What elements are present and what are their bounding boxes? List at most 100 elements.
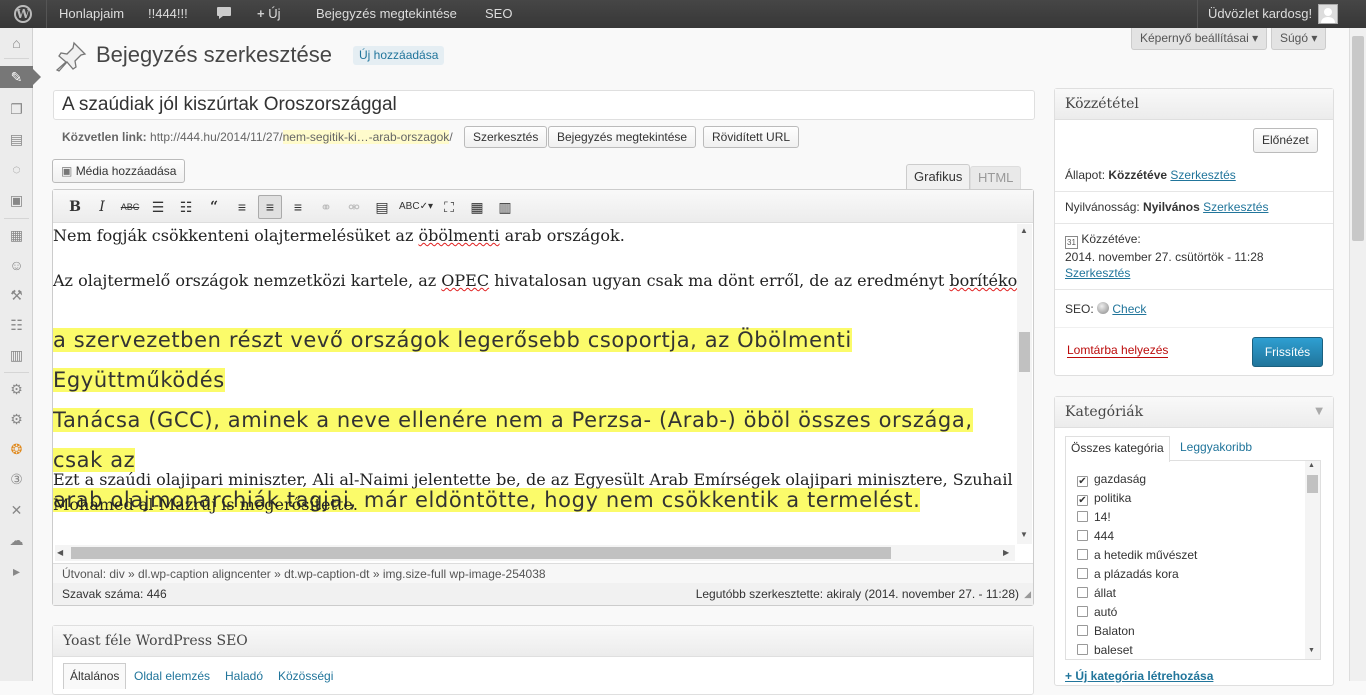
editor-vertical-scrollbar[interactable]: ▲ ▼ <box>1017 224 1032 544</box>
tab-visual[interactable]: Grafikus <box>906 164 971 190</box>
comments-menu-icon[interactable]: ◌ <box>0 158 33 180</box>
align-left-icon[interactable]: ≡ <box>230 195 254 219</box>
category-item[interactable]: 444 <box>1077 529 1114 543</box>
new-content-button[interactable]: + Új <box>257 0 281 28</box>
category-checkbox[interactable]: ✔ <box>1077 476 1088 487</box>
appearance-icon[interactable]: ▦ <box>0 224 33 246</box>
category-scroll-thumb[interactable] <box>1307 475 1318 493</box>
tab-most-used[interactable]: Leggyakoribb <box>1180 440 1252 454</box>
widgets-icon[interactable]: ☷ <box>0 314 33 336</box>
permalink-slug[interactable]: nem-segitik-ki…-arab-orszagok <box>282 130 450 144</box>
seo-tab-general[interactable]: Általános <box>63 663 127 689</box>
resize-handle-icon[interactable]: ◢ <box>1024 589 1031 600</box>
get-shortlink-button[interactable]: Rövidített URL <box>703 126 800 148</box>
bold-icon[interactable]: B <box>63 195 87 219</box>
category-checkbox[interactable] <box>1077 606 1088 617</box>
category-item[interactable]: a plázadás kora <box>1077 567 1179 581</box>
edit-status-link[interactable]: Szerkesztés <box>1170 168 1235 182</box>
settings-gear-icon-2[interactable]: ⚙ <box>0 408 33 430</box>
my-sites-link[interactable]: Honlapjaim <box>59 0 124 28</box>
category-checkbox[interactable] <box>1077 644 1088 655</box>
category-checkbox[interactable] <box>1077 511 1088 522</box>
add-new-button[interactable]: Új hozzáadása <box>353 46 445 65</box>
add-media-button[interactable]: ▣ Média hozzáadása <box>52 159 186 183</box>
editor-scroll-thumb[interactable] <box>1019 332 1030 372</box>
plugin-x-icon[interactable]: ✕ <box>0 499 33 521</box>
scroll-up-icon[interactable]: ▲ <box>1020 226 1028 235</box>
category-item[interactable]: ✔ politika <box>1077 491 1131 506</box>
plugin-3-icon[interactable]: ③ <box>0 468 33 490</box>
cloud-icon[interactable]: ☁ <box>0 529 33 551</box>
view-post-button[interactable]: Bejegyzés megtekintése <box>548 126 697 148</box>
fullscreen-icon[interactable]: ⛶ <box>437 195 461 219</box>
account-greeting[interactable]: Üdvözlet kardosg! <box>1208 0 1312 28</box>
category-item[interactable]: a hetedik művészet <box>1077 548 1197 562</box>
edit-visibility-link[interactable]: Szerkesztés <box>1203 200 1268 214</box>
spellcheck-icon[interactable]: ABC✓▾ <box>398 195 434 219</box>
category-checkbox[interactable] <box>1077 549 1088 560</box>
category-item[interactable]: Balaton <box>1077 624 1135 638</box>
site-name-link[interactable]: !!444!!! <box>148 0 188 28</box>
strikethrough-icon[interactable]: ABC <box>118 195 142 219</box>
avatar[interactable] <box>1318 4 1338 24</box>
tools-icon[interactable]: ⚒ <box>0 284 33 306</box>
kitchen-sink-icon[interactable]: ▦ <box>465 195 489 219</box>
numbered-list-icon[interactable]: ☷ <box>174 195 198 219</box>
edit-permalink-button[interactable]: Szerkesztés <box>464 126 548 148</box>
blockquote-icon[interactable]: “ <box>202 195 226 219</box>
italic-icon[interactable]: I <box>90 195 114 219</box>
help-button[interactable]: Súgó ▾ <box>1271 28 1327 50</box>
insert-link-icon[interactable]: ⚭ <box>314 195 338 219</box>
page-scrollbar-thumb[interactable] <box>1352 36 1364 241</box>
image-icon[interactable]: ▣ <box>0 189 33 211</box>
align-right-icon[interactable]: ≡ <box>286 195 310 219</box>
dashboard-icon[interactable]: ⌂ <box>0 32 33 54</box>
category-checkbox[interactable] <box>1077 568 1088 579</box>
toggle-arrow-icon[interactable]: ▼ <box>1315 397 1323 427</box>
layout-icon[interactable]: ▥ <box>0 344 33 366</box>
settings-gear-icon[interactable]: ⚙ <box>0 378 33 400</box>
scroll-right-icon[interactable]: ▶ <box>1003 548 1009 557</box>
editor-hscroll-thumb[interactable] <box>71 547 891 559</box>
posts-pin-icon[interactable]: ✎ <box>0 66 41 88</box>
scroll-left-icon[interactable]: ◀ <box>57 548 63 557</box>
media-icon[interactable]: ❐ <box>0 98 33 120</box>
preview-button[interactable]: Előnézet <box>1253 128 1318 153</box>
post-title-input[interactable]: A szaúdiak jól kiszúrtak Oroszországgal <box>53 90 1035 120</box>
tab-all-categories[interactable]: Összes kategória <box>1065 436 1170 462</box>
plugin-orange-icon[interactable]: ❂ <box>0 438 33 460</box>
category-checkbox[interactable] <box>1077 587 1088 598</box>
category-item[interactable]: baleset <box>1077 643 1133 657</box>
screen-options-button[interactable]: Képernyő beállításai ▾ <box>1131 28 1268 50</box>
editor-horizontal-scrollbar[interactable]: ◀ ▶ <box>55 545 1015 561</box>
more-tag-icon[interactable]: ▤ <box>370 195 394 219</box>
category-item[interactable]: 14! <box>1077 510 1111 524</box>
edit-date-link[interactable]: Szerkesztés <box>1065 266 1130 280</box>
scroll-down-icon[interactable]: ▼ <box>1308 647 1315 654</box>
align-center-icon[interactable]: ≡ <box>258 195 282 219</box>
update-button[interactable]: Frissítés <box>1252 337 1323 367</box>
users-icon[interactable]: ☺ <box>0 254 33 276</box>
category-checkbox[interactable]: ✔ <box>1077 495 1088 506</box>
wordpress-logo-icon[interactable]: W <box>0 0 46 28</box>
move-to-trash-link[interactable]: Lomtárba helyezés <box>1067 343 1169 358</box>
pages-icon[interactable]: ▤ <box>0 128 33 150</box>
page-scrollbar[interactable] <box>1349 28 1366 681</box>
category-scrollbar[interactable]: ▲ ▼ <box>1305 461 1320 659</box>
view-post-link[interactable]: Bejegyzés megtekintése <box>316 0 457 28</box>
category-item[interactable]: ✔ gazdaság <box>1077 472 1146 487</box>
seo-check-link[interactable]: Check <box>1112 302 1146 316</box>
scroll-down-icon[interactable]: ▼ <box>1020 530 1028 539</box>
category-checkbox[interactable] <box>1077 625 1088 636</box>
comments-icon[interactable] <box>216 0 232 28</box>
unlink-icon[interactable]: ⚮ <box>342 195 366 219</box>
tab-html[interactable]: HTML <box>970 166 1022 190</box>
category-item[interactable]: állat <box>1077 586 1116 600</box>
seo-menu-link[interactable]: SEO <box>485 0 512 28</box>
category-checkbox[interactable] <box>1077 530 1088 541</box>
category-item[interactable]: autó <box>1077 605 1117 619</box>
editor-content[interactable]: Nem fogják csökkenteni olajtermelésüket … <box>53 224 1017 544</box>
bullet-list-icon[interactable]: ☰ <box>146 195 170 219</box>
collapse-menu-icon[interactable]: ▸ <box>0 560 33 582</box>
film-icon[interactable]: ▥ <box>493 195 517 219</box>
